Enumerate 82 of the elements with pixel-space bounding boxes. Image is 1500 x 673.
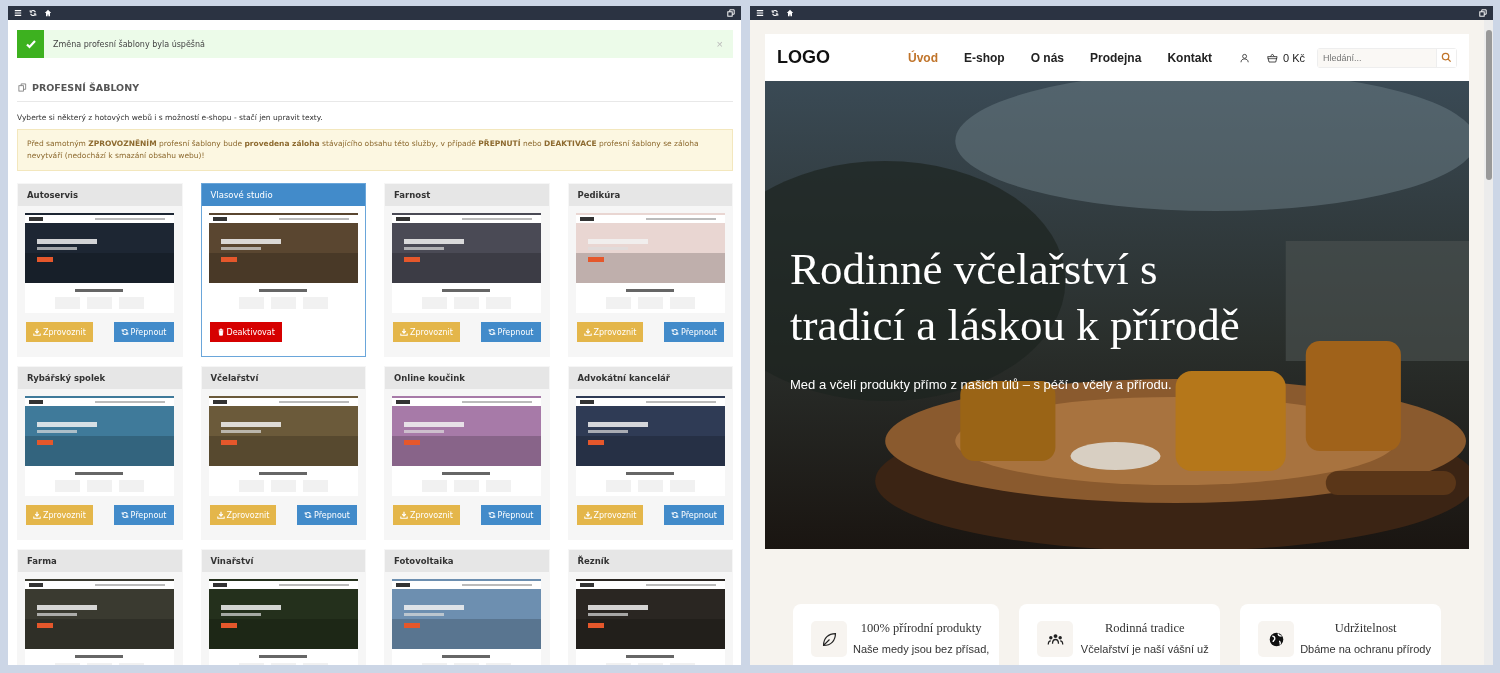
globe-icon — [1267, 630, 1285, 648]
download-icon — [400, 328, 408, 336]
feature-text: Dbáme na ochranu přírody — [1300, 643, 1431, 655]
alert-message: Změna profesní šablony byla úspěšná — [53, 39, 205, 49]
nav-link[interactable]: E-shop — [964, 50, 1005, 65]
copy-icon — [18, 83, 27, 92]
card-header: Advokátní kancelář — [568, 367, 732, 389]
card-header: Vinařství — [201, 550, 365, 572]
template-card[interactable]: Vlasové studio Deaktivovat — [200, 183, 366, 357]
template-card[interactable]: Vinařství — [200, 549, 366, 665]
hero-subtitle: Med a včelí produkty přímo z našich úlů – s péčí o včely a přírodu. — [790, 377, 1173, 392]
card-header: Farma — [18, 550, 182, 572]
template-card[interactable]: Farnost Zprovoznit Přepnout — [384, 183, 550, 357]
download-icon — [400, 511, 408, 519]
check-icon — [17, 30, 44, 58]
refresh-icon — [304, 511, 313, 519]
refresh-icon[interactable] — [771, 9, 779, 17]
nav-link[interactable]: Prodejna — [1090, 50, 1142, 65]
refresh-icon — [487, 511, 496, 519]
feature-title: Udržitelnost — [1334, 621, 1397, 636]
refresh-icon — [671, 328, 680, 336]
template-card[interactable]: Fotovoltaika — [384, 549, 550, 665]
refresh-icon — [120, 328, 129, 336]
download-icon — [216, 511, 225, 519]
nav-link[interactable]: Úvod — [908, 50, 938, 65]
template-card[interactable]: Včelařství Zprovoznit Přepnout — [200, 366, 366, 540]
home-icon[interactable] — [786, 9, 794, 17]
search-icon — [1441, 52, 1452, 63]
home-icon[interactable] — [44, 9, 52, 17]
refresh-icon — [487, 328, 496, 336]
menu-icon[interactable] — [14, 9, 22, 17]
download-icon — [583, 328, 592, 336]
switch-button[interactable]: Přepnout — [113, 505, 174, 525]
feature-title: Rodinná tradice — [1105, 621, 1185, 636]
refresh-icon — [671, 511, 680, 519]
switch-button[interactable]: Přepnout — [113, 322, 174, 342]
card-header: Rybářský spolek — [18, 367, 182, 389]
template-card[interactable]: Autoservis Zprovoznit Přepnout — [17, 183, 183, 357]
card-header: Online koučink — [385, 367, 549, 389]
feature-title: 100% přírodní produkty — [860, 621, 982, 636]
download-icon — [33, 328, 41, 336]
switch-button[interactable]: Přepnout — [297, 505, 357, 525]
download-icon — [583, 511, 592, 519]
scrollbar[interactable] — [1484, 20, 1493, 665]
download-icon — [33, 511, 41, 519]
leaf-icon — [820, 630, 838, 648]
card-header: Farnost — [385, 184, 549, 206]
cart-total[interactable]: 0 Kč — [1283, 51, 1305, 64]
trash-icon — [216, 328, 225, 336]
refresh-icon[interactable] — [29, 9, 37, 17]
switch-button[interactable]: Přepnout — [664, 505, 724, 525]
switch-button[interactable]: Přepnout — [664, 322, 724, 342]
restore-window-icon[interactable] — [727, 9, 735, 17]
card-header: Řezník — [568, 550, 732, 572]
restore-window-icon[interactable] — [1479, 9, 1487, 17]
card-header: Fotovoltaika — [385, 550, 549, 572]
card-header: Vlasové studio — [201, 184, 365, 206]
switch-button[interactable]: Přepnout — [480, 322, 541, 342]
template-card[interactable]: Rybářský spolek Zprovoznit Přepnout — [17, 366, 183, 540]
search-button[interactable] — [1436, 48, 1456, 67]
basket-icon[interactable] — [1267, 51, 1278, 64]
refresh-icon — [120, 511, 129, 519]
card-header: Autoservis — [18, 184, 182, 206]
section-title: PROFESNÍ ŠABLONY — [32, 82, 140, 93]
nav-link[interactable]: O nás — [1030, 50, 1065, 65]
template-card[interactable]: Online koučink Zprovoznit Přepnout — [384, 366, 550, 540]
card-header: Pedikúra — [568, 184, 732, 206]
menu-icon[interactable] — [756, 9, 764, 17]
feature-text: Naše medy jsou bez přísad, — [853, 643, 990, 655]
template-card[interactable]: Advokátní kancelář Zprovoznit Přepnout — [567, 366, 733, 540]
search-field[interactable]: Hledání... — [1317, 47, 1457, 68]
deactivate-button[interactable]: Deaktivovat — [209, 322, 282, 342]
template-card[interactable]: Farma — [17, 549, 183, 665]
nav-link[interactable]: Kontakt — [1167, 50, 1213, 65]
card-header: Včelařství — [201, 367, 365, 389]
hero-heading: Rodinné včelařství s tradicí a láskou k přírodě — [790, 243, 1240, 352]
template-card[interactable]: Řezník — [567, 549, 733, 665]
template-card[interactable]: Pedikúra Zprovoznit Přepnout — [567, 183, 733, 357]
feature-text: Včelařství je naší vášní už — [1080, 643, 1209, 655]
switch-button[interactable]: Přepnout — [480, 505, 541, 525]
logo[interactable]: LOGO — [777, 47, 830, 68]
user-icon[interactable] — [1240, 51, 1250, 64]
